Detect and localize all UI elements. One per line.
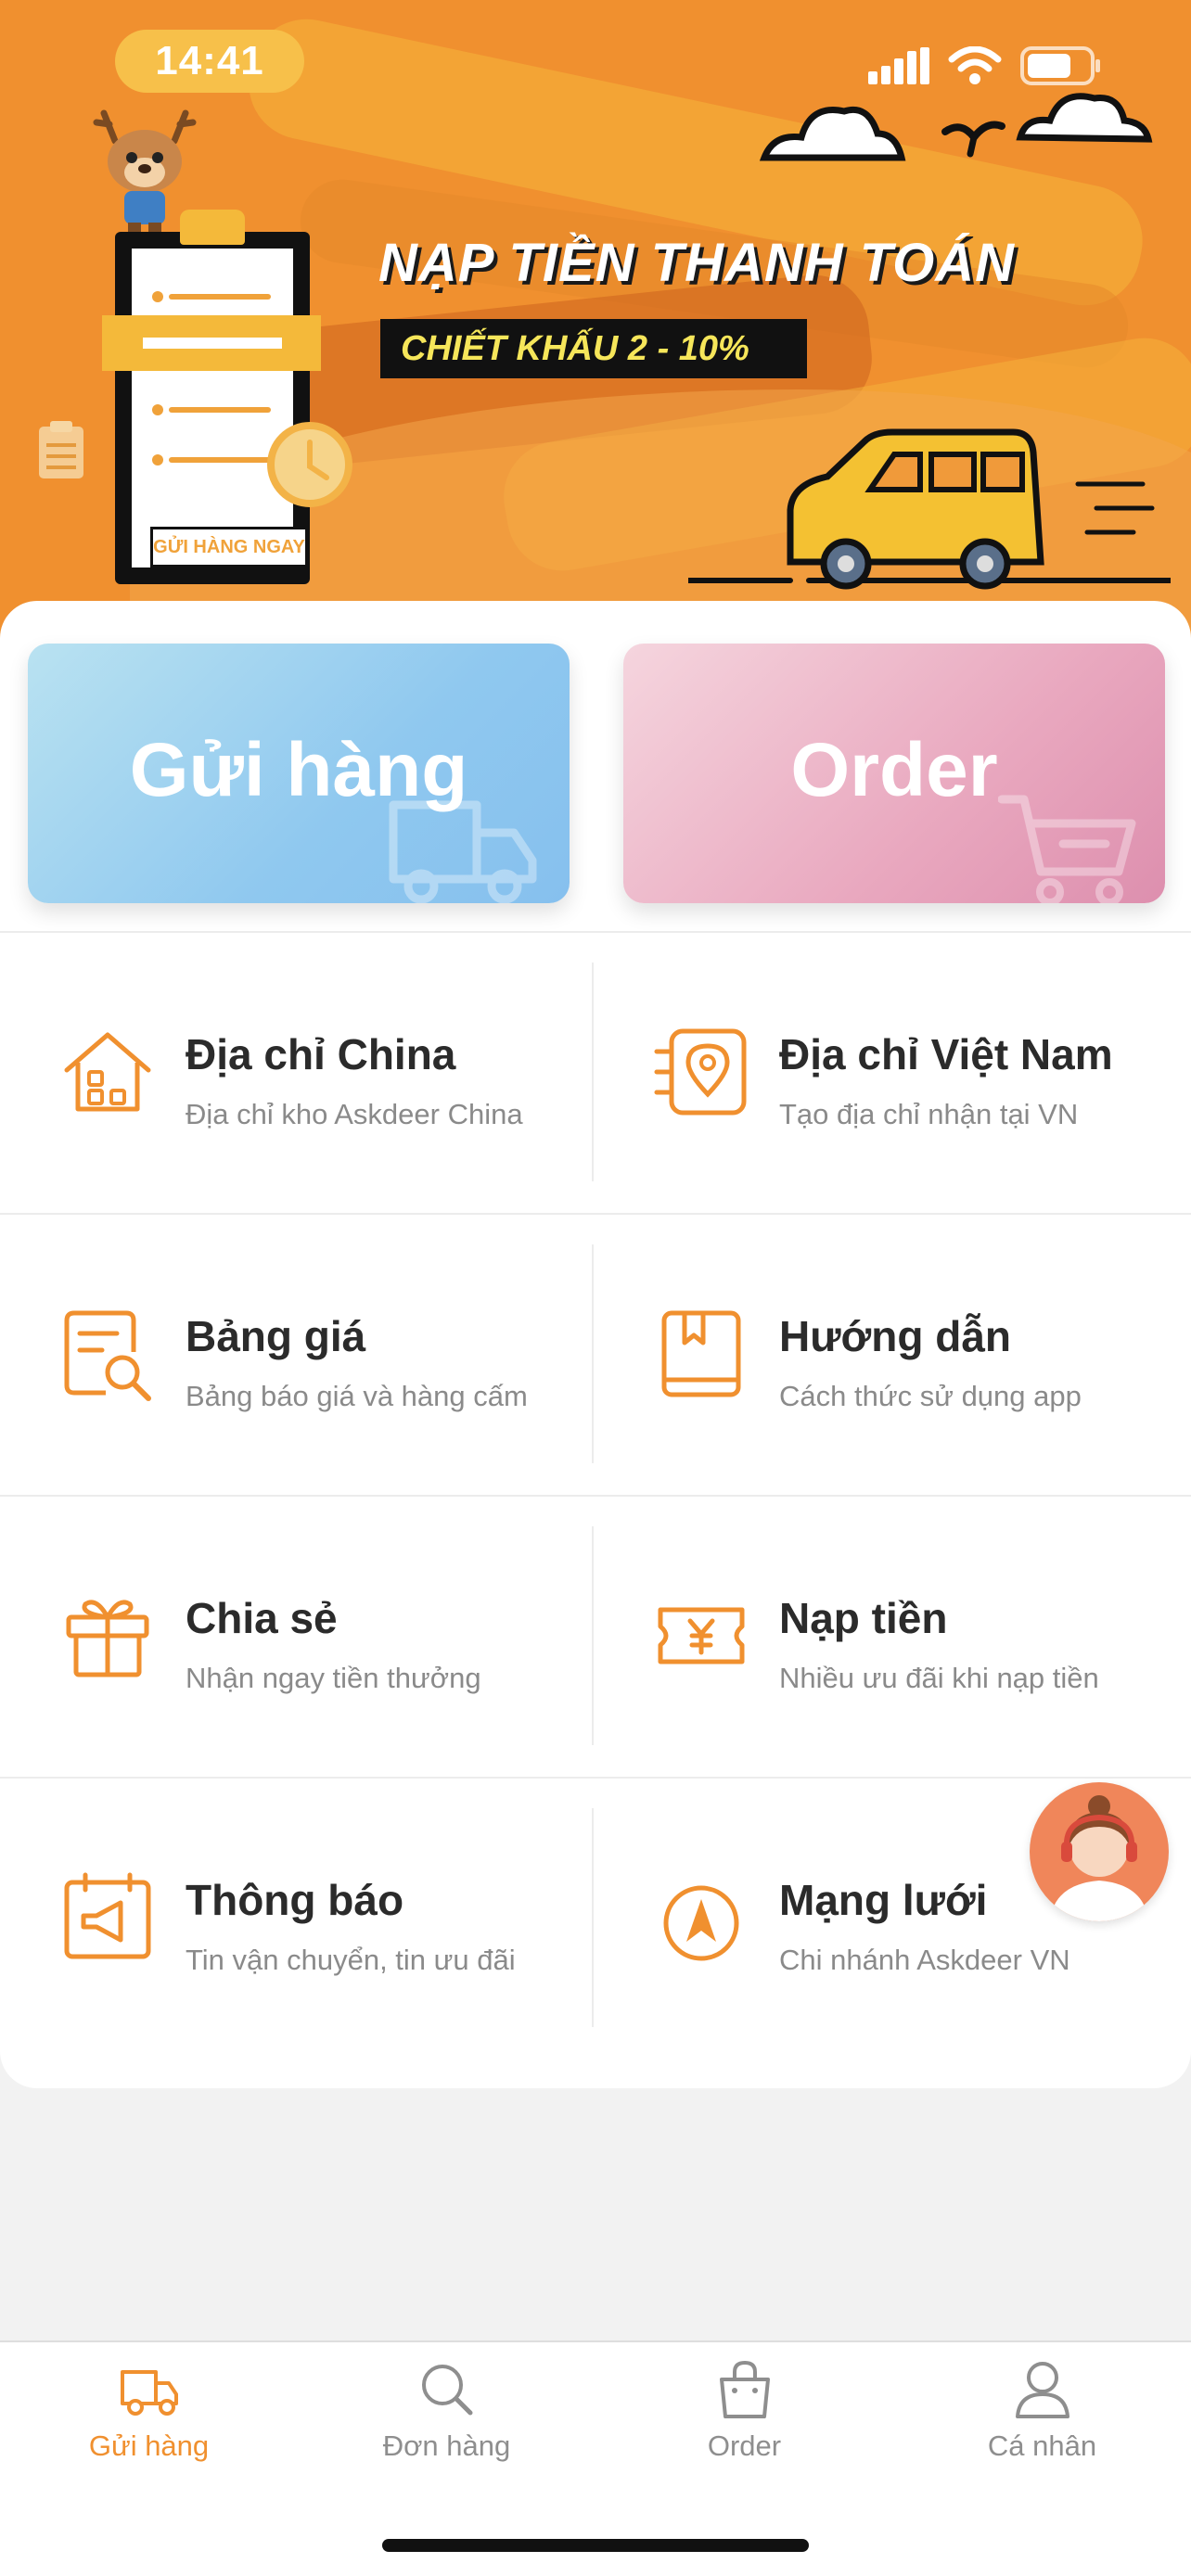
grid-item-subtitle: Chi nhánh Askdeer VN — [779, 1944, 1070, 1976]
divider — [0, 1495, 1191, 1497]
grid-item-subtitle: Nhiều ưu đãi khi nạp tiền — [779, 1662, 1099, 1694]
banner-subtitle: CHIẾT KHẤU 2 - 10% — [380, 319, 807, 378]
tab-label: Đơn hàng — [382, 2429, 511, 2462]
list-line — [169, 407, 271, 413]
divider — [0, 931, 1191, 933]
gift-icon — [66, 1600, 149, 1677]
home-indicator[interactable] — [382, 2539, 809, 2552]
grid-item-title: Mạng lưới — [779, 1876, 988, 1924]
grid-item-subtitle: Nhận ngay tiền thưởng — [186, 1662, 481, 1694]
grid-item-title: Địa chỉ China — [186, 1030, 456, 1078]
search-icon — [421, 2365, 472, 2416]
truck-icon — [120, 2370, 178, 2416]
order-label: Order — [790, 728, 998, 812]
list-dot — [152, 404, 163, 415]
grid-item-notifications[interactable]: Thông báo Tin vận chuyển, tin ưu đãi — [0, 1806, 575, 2029]
grid-item-price-list[interactable]: Bảng giá Bảng báo giá và hàng cấm — [0, 1243, 575, 1465]
list-dot — [152, 454, 163, 465]
divider — [0, 1213, 1191, 1215]
delivery-van-icon — [688, 428, 1171, 590]
grid-item-subtitle: Địa chỉ kho Askdeer China — [186, 1098, 523, 1130]
clouds-icon — [759, 93, 1153, 161]
tab-label: Gửi hàng — [88, 2429, 210, 2462]
status-time: 14:41 — [115, 30, 304, 93]
main-card: Gửi hàng Order Địa chỉ China Địa chỉ kho… — [0, 601, 1191, 2088]
promo-banner[interactable]: 14:41 GỬI HÀNG NGAY NẠP TIỀN THANH TOÁN … — [0, 0, 1191, 668]
shopping-bag-icon — [719, 2360, 770, 2418]
clipboard-illustration: GỬI HÀNG NGAY — [102, 210, 321, 584]
list-dot — [152, 291, 163, 302]
list-line — [169, 294, 271, 300]
tab-profile[interactable]: Cá nhân — [893, 2359, 1191, 2498]
grid-item-title: Hướng dẫn — [779, 1312, 1011, 1360]
order-button[interactable]: Order — [623, 644, 1165, 903]
clock-icon — [267, 422, 352, 507]
ship-goods-button[interactable]: Gửi hàng — [28, 644, 570, 903]
grid-item-subtitle: Tạo địa chỉ nhận tại VN — [779, 1098, 1079, 1130]
grid-item-title: Địa chỉ Việt Nam — [779, 1030, 1113, 1078]
location-pin-icon — [654, 1028, 747, 1116]
clipboard-band — [102, 315, 321, 371]
grid-item-subtitle: Tin vận chuyển, tin ưu đãi — [186, 1944, 516, 1976]
house-icon — [64, 1032, 151, 1112]
grid-item-title: Nạp tiền — [779, 1594, 948, 1642]
divider — [0, 1777, 1191, 1779]
grid-item-title: Chia sẻ — [186, 1594, 338, 1642]
grid-item-guide[interactable]: Hướng dẫn Cách thức sử dụng app — [594, 1243, 1169, 1465]
guide-book-icon — [661, 1310, 741, 1397]
tab-orders[interactable]: Đơn hàng — [298, 2359, 596, 2498]
clipboard-clip — [180, 210, 245, 245]
tab-ship-goods[interactable]: Gửi hàng — [0, 2359, 298, 2498]
banner-title: NẠP TIỀN THANH TOÁN — [378, 233, 1015, 293]
grid-item-share[interactable]: Chia sẻ Nhận ngay tiền thưởng — [0, 1524, 575, 1747]
grid-item-vietnam-address[interactable]: Địa chỉ Việt Nam Tạo địa chỉ nhận tại VN — [594, 961, 1169, 1183]
grid-item-title: Bảng giá — [186, 1312, 366, 1360]
megaphone-icon — [64, 1872, 151, 1959]
notepad-icon — [39, 421, 83, 478]
support-chat-button[interactable] — [1030, 1782, 1169, 1921]
grid-item-subtitle: Bảng báo giá và hàng cấm — [186, 1380, 528, 1412]
signal-icon — [868, 47, 929, 84]
grid-item-subtitle: Cách thức sử dụng app — [779, 1380, 1082, 1412]
support-agent-icon — [1050, 1795, 1148, 1921]
tab-label: Cá nhân — [987, 2429, 1097, 2462]
ship-goods-label: Gửi hàng — [129, 728, 468, 812]
navigation-icon — [663, 1885, 739, 1961]
grid-item-china-address[interactable]: Địa chỉ China Địa chỉ kho Askdeer China — [0, 961, 575, 1183]
yen-ticket-icon — [658, 1607, 745, 1664]
tab-order[interactable]: Order — [596, 2359, 893, 2498]
person-icon — [1015, 2362, 1069, 2418]
clipboard-paper: GỬI HÀNG NGAY — [132, 249, 308, 567]
grid-item-title: Thông báo — [186, 1876, 404, 1924]
list-line — [169, 457, 271, 463]
grid-item-top-up[interactable]: Nạp tiền Nhiều ưu đãi khi nạp tiền — [594, 1524, 1169, 1747]
tab-label: Order — [707, 2429, 782, 2462]
price-list-icon — [64, 1310, 151, 1401]
banner-cta-tag: GỬI HÀNG NGAY — [150, 527, 308, 567]
